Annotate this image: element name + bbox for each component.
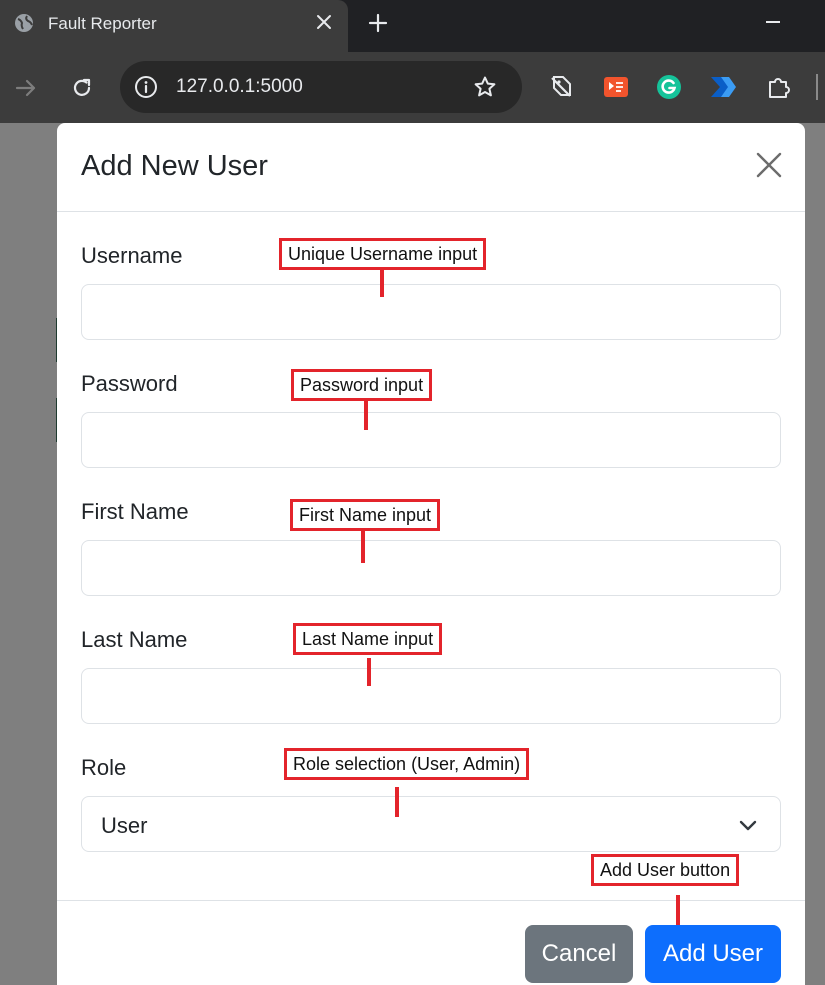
role-select[interactable]: User — [81, 796, 781, 852]
role-label: Role — [81, 755, 127, 780]
annotation-pointer — [367, 658, 371, 686]
annotation-first-name: First Name input — [290, 499, 441, 531]
forward-arrow-icon[interactable] — [14, 76, 38, 100]
site-info-icon[interactable] — [134, 75, 158, 99]
globe-icon — [15, 14, 33, 32]
reload-icon[interactable] — [70, 76, 94, 100]
annotation-last-name: Last Name input — [293, 623, 443, 655]
close-tab-icon[interactable] — [314, 12, 334, 32]
annotation-pointer — [361, 531, 365, 563]
annotation-pointer — [364, 400, 368, 430]
annotation-add-user-button: Add User button — [591, 854, 740, 886]
extension-slides-icon[interactable] — [603, 75, 629, 99]
address-bar[interactable]: 127.0.0.1:5000 — [120, 61, 522, 113]
annotation-password: Password input — [291, 369, 433, 401]
last-name-label: Last Name — [81, 627, 188, 652]
grammarly-icon[interactable] — [656, 74, 682, 100]
new-tab-icon[interactable] — [367, 12, 389, 34]
url-text: 127.0.0.1:5000 — [176, 76, 303, 97]
role-selected-value: User — [101, 813, 148, 838]
first-name-label: First Name — [81, 499, 189, 524]
annotation-role: Role selection (User, Admin) — [284, 748, 530, 780]
username-label: Username — [81, 243, 183, 268]
modal-title: Add New User — [81, 150, 268, 182]
tab-title: Fault Reporter — [48, 14, 157, 33]
browser-tab-strip: Fault Reporter — [0, 0, 825, 52]
power-automate-icon[interactable] — [709, 75, 737, 99]
close-icon[interactable] — [755, 151, 783, 179]
minimize-window-icon[interactable] — [766, 21, 780, 23]
annotation-username: Unique Username input — [279, 238, 487, 270]
annotation-pointer — [676, 895, 680, 925]
annotation-pointer — [380, 269, 384, 297]
toolbar-separator — [816, 74, 818, 100]
password-label: Password — [81, 371, 178, 396]
last-name-input[interactable] — [81, 668, 781, 724]
first-name-input[interactable] — [81, 540, 781, 596]
modal-header: Add New User — [57, 123, 805, 212]
modal-footer: Cancel Add User — [57, 900, 805, 985]
cancel-button[interactable]: Cancel — [525, 925, 633, 983]
bookmark-star-icon[interactable] — [473, 75, 497, 99]
extension-tag-icon[interactable] — [548, 74, 574, 100]
annotation-pointer — [395, 787, 399, 817]
extensions-puzzle-icon[interactable] — [766, 74, 792, 100]
browser-toolbar: 127.0.0.1:5000 — [0, 52, 825, 123]
password-input[interactable] — [81, 412, 781, 468]
add-user-button[interactable]: Add User — [645, 925, 781, 983]
browser-tab[interactable]: Fault Reporter — [0, 0, 348, 52]
chevron-down-icon — [739, 820, 757, 831]
username-input[interactable] — [81, 284, 781, 340]
